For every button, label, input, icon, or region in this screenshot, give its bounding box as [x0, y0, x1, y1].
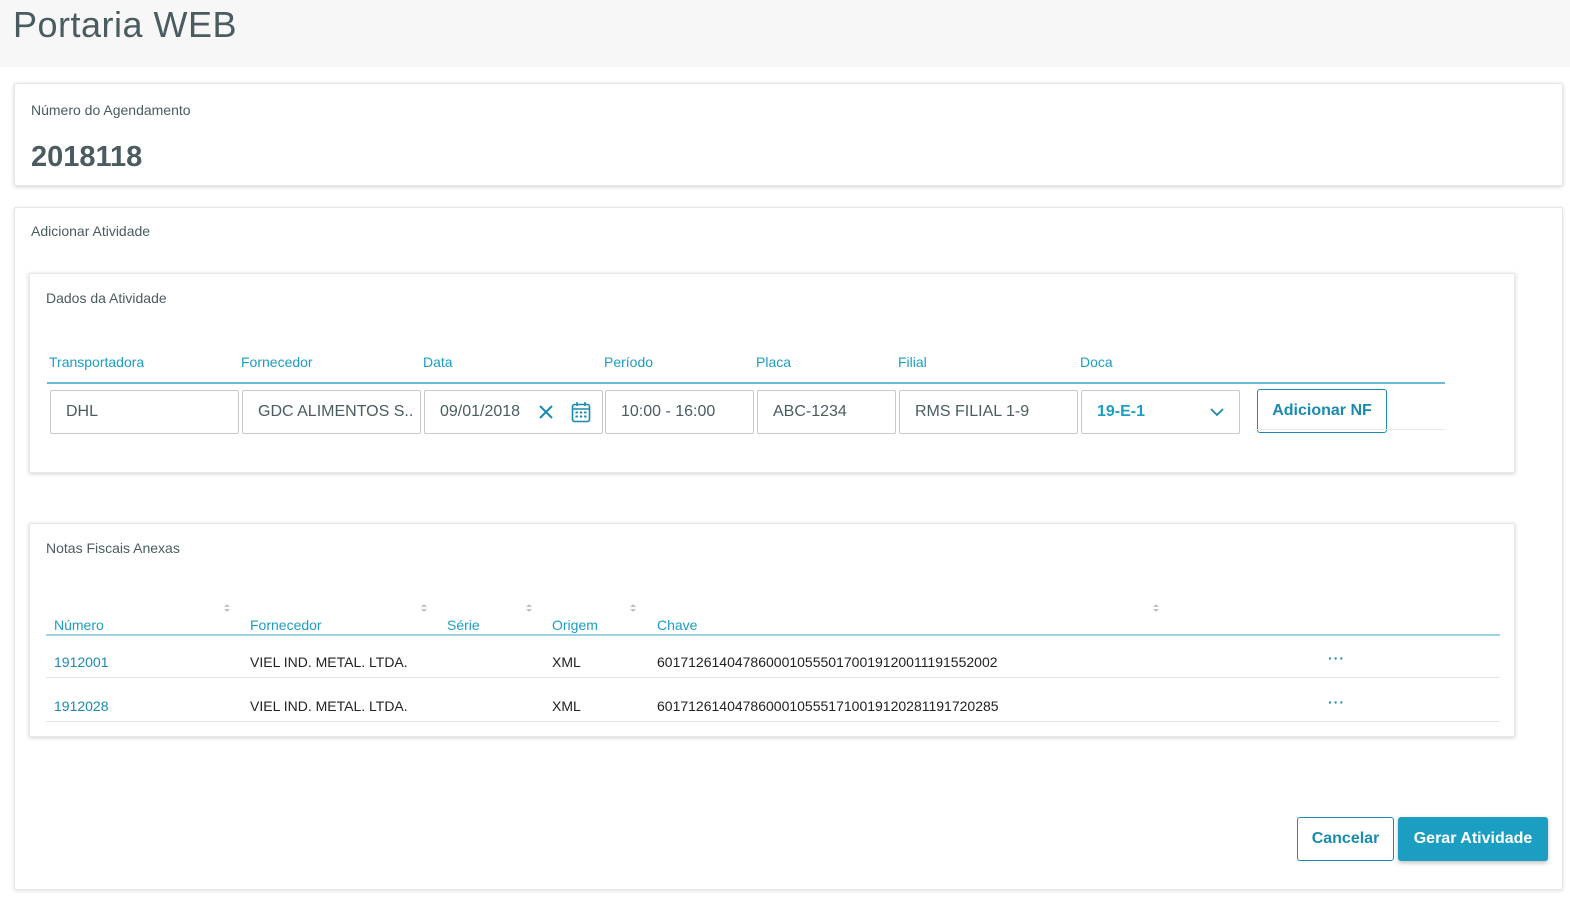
nota-fornecedor: VIEL IND. METAL. LTDA. — [250, 698, 408, 714]
column-header-origem[interactable]: Origem — [552, 617, 598, 633]
doca-select[interactable]: 19-E-1 — [1081, 390, 1240, 434]
cancel-button[interactable]: Cancelar — [1297, 817, 1394, 861]
doca-value: 19-E-1 — [1097, 403, 1146, 420]
fornecedor-label: Fornecedor — [241, 354, 313, 370]
adicionar-nf-button[interactable]: Adicionar NF — [1257, 389, 1387, 433]
more-icon[interactable]: ··· — [1328, 650, 1345, 666]
atividade-title: Adicionar Atividade — [31, 223, 151, 239]
periodo-value: 10:00 - 16:00 — [621, 403, 716, 420]
periodo-field[interactable]: 10:00 - 16:00 — [605, 390, 754, 434]
periodo-label: Período — [604, 354, 654, 370]
nota-fornecedor: VIEL IND. METAL. LTDA. — [250, 654, 408, 670]
table-row-divider — [46, 677, 1500, 678]
column-header-serie[interactable]: Série — [447, 617, 480, 633]
filial-field[interactable]: RMS FILIAL 1-9 — [899, 390, 1078, 434]
agendamento-card: Número do Agendamento 2018118 — [14, 83, 1563, 186]
dados-atividade-card: Dados da Atividade — [29, 273, 1515, 473]
chevron-down-icon — [1210, 408, 1224, 417]
placa-value: ABC-1234 — [773, 403, 847, 420]
nota-origem: XML — [552, 698, 581, 714]
nota-numero-link[interactable]: 1912028 — [54, 698, 109, 714]
filial-value: RMS FILIAL 1-9 — [915, 403, 1030, 420]
close-icon[interactable] — [537, 403, 555, 421]
sort-icon[interactable] — [420, 602, 428, 614]
more-icon[interactable]: ··· — [1328, 694, 1345, 710]
table-row-divider — [46, 721, 1500, 722]
nota-origem: XML — [552, 654, 581, 670]
notas-title: Notas Fiscais Anexas — [46, 540, 180, 556]
data-field[interactable]: 09/01/2018 — [424, 390, 603, 434]
fornecedor-field[interactable]: GDC ALIMENTOS S.. — [242, 390, 421, 434]
sort-icon[interactable] — [223, 602, 231, 614]
nota-chave: 6017126140478600010555171001912028119172… — [657, 698, 999, 714]
doca-label: Doca — [1080, 354, 1113, 370]
nota-numero-link[interactable]: 1912001 — [54, 654, 109, 670]
sort-icon[interactable] — [1152, 602, 1160, 614]
agendamento-label: Número do Agendamento — [31, 102, 191, 118]
transportadora-value: DHL — [66, 403, 99, 420]
notas-fiscais-card: Notas Fiscais Anexas Número Fornecedor S… — [29, 523, 1515, 737]
app-title: Portaria WEB — [13, 4, 238, 45]
agendamento-number: 2018118 — [31, 141, 143, 173]
transportadora-field[interactable]: DHL — [50, 390, 239, 434]
column-header-numero[interactable]: Número — [54, 617, 104, 633]
fornecedor-value: GDC ALIMENTOS S.. — [258, 403, 414, 420]
dados-title: Dados da Atividade — [46, 290, 167, 306]
table-header-divider — [46, 634, 1500, 636]
column-header-chave[interactable]: Chave — [657, 617, 697, 633]
sort-icon[interactable] — [525, 602, 533, 614]
transportadora-label: Transportadora — [49, 354, 145, 370]
filial-label: Filial — [898, 354, 927, 370]
gerar-atividade-button[interactable]: Gerar Atividade — [1398, 817, 1548, 861]
calendar-icon[interactable] — [571, 401, 591, 423]
placa-field[interactable]: ABC-1234 — [757, 390, 896, 434]
nota-chave: 6017126140478600010555017001912001119155… — [657, 654, 998, 670]
column-header-fornecedor[interactable]: Fornecedor — [250, 617, 322, 633]
label-divider — [47, 382, 1445, 384]
placa-label: Placa — [756, 354, 792, 370]
top-header: Portaria WEB — [0, 0, 1570, 67]
field-row-divider — [1255, 429, 1445, 430]
data-value: 09/01/2018 — [440, 403, 521, 420]
data-label: Data — [423, 354, 453, 370]
sort-icon[interactable] — [629, 602, 637, 614]
adicionar-atividade-card: Adicionar Atividade Dados da Atividade T… — [14, 207, 1563, 890]
